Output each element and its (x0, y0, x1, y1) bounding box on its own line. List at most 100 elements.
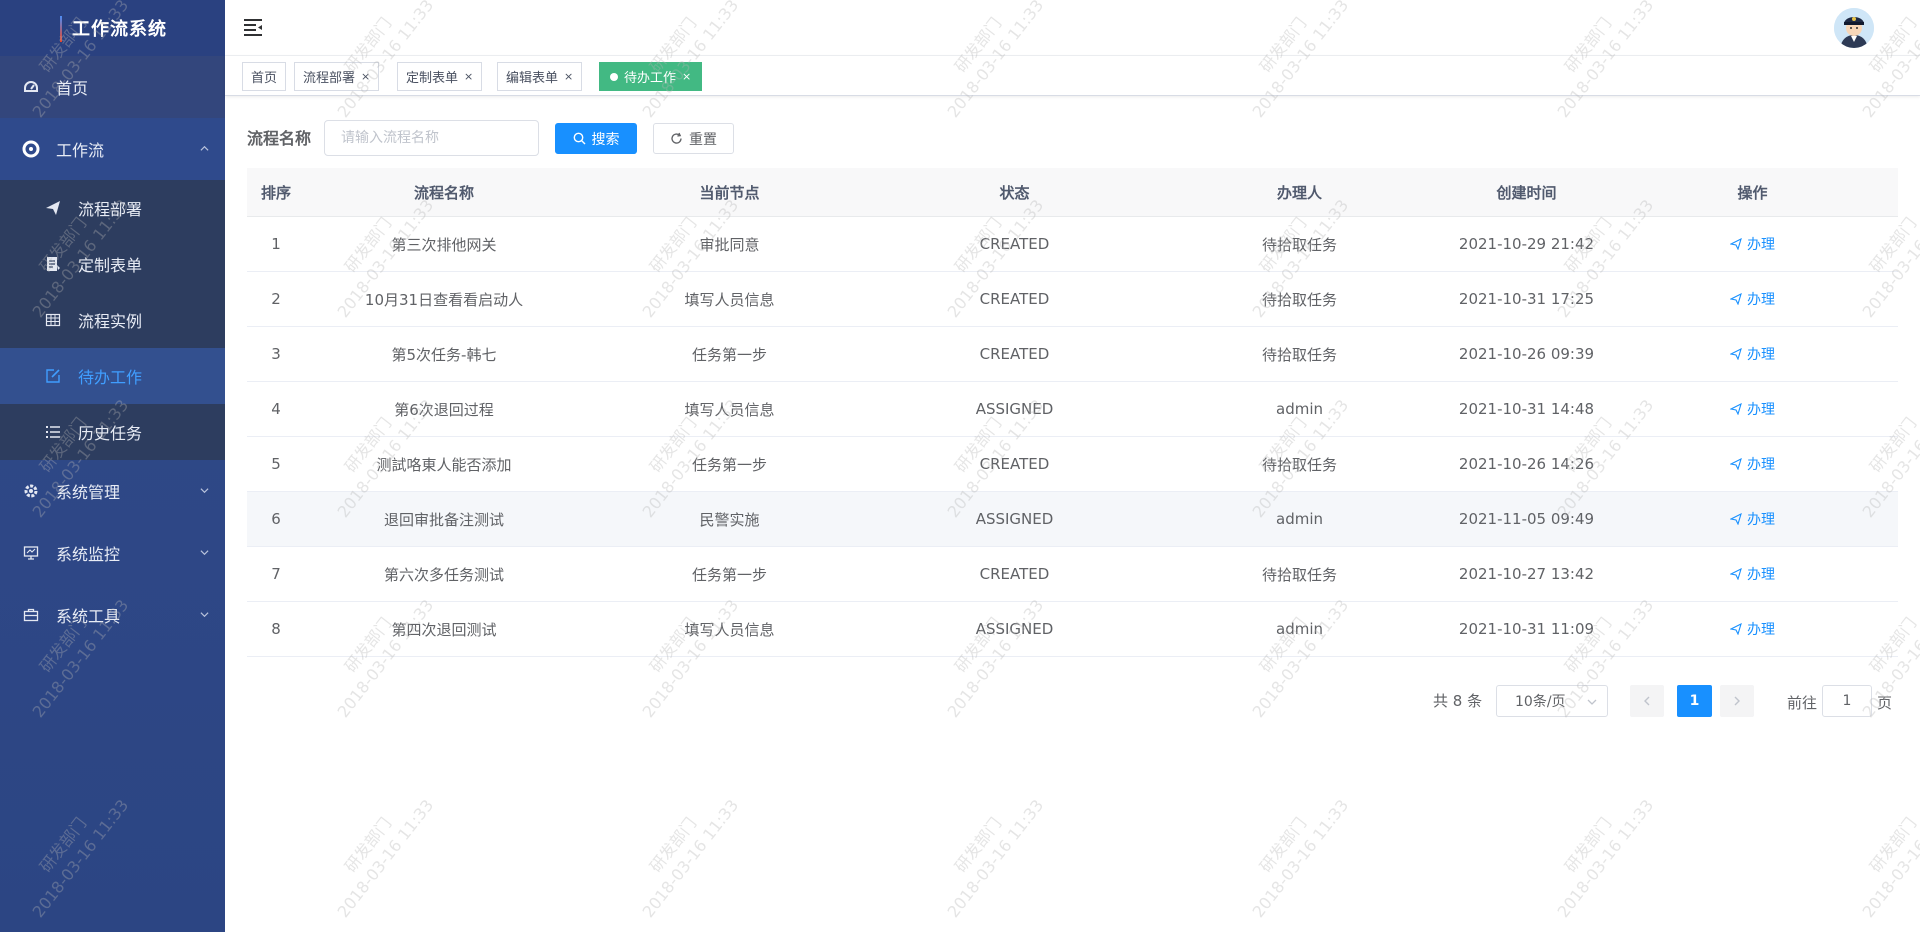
send-icon (1730, 513, 1742, 525)
hamburger-icon[interactable] (243, 17, 263, 37)
close-icon[interactable]: × (564, 70, 573, 83)
sidebar-item-system-tools[interactable]: 系统工具 (0, 584, 225, 646)
sidebar-item-label: 定制表单 (78, 256, 143, 275)
handle-link[interactable]: 办理 (1730, 564, 1775, 584)
sidebar-item-history[interactable]: 历史任务 (0, 404, 225, 460)
cell-action: 办理 (1607, 289, 1898, 309)
table-row: 2 10月31日查看看启动人 填写人员信息 CREATED 待拾取任务 2021-10-3… (247, 272, 1898, 327)
sidebar-item-system-manage[interactable]: 系统管理 (0, 460, 225, 522)
reset-button-label: 重置 (689, 131, 717, 148)
handle-link[interactable]: 办理 (1730, 399, 1775, 419)
watermark-dept: 研发部门 (1865, 813, 1920, 876)
sidebar-item-form[interactable]: 定制表单 (0, 236, 225, 292)
handle-label: 办理 (1747, 622, 1775, 638)
chevron-left-icon (1644, 696, 1650, 706)
page-size-value: 10条/页 (1515, 694, 1566, 710)
cell-index: 4 (271, 400, 281, 418)
handle-link[interactable]: 办理 (1730, 289, 1775, 309)
search-button[interactable]: 搜索 (555, 123, 637, 154)
tag-home[interactable]: 首页 (242, 62, 287, 91)
handle-label: 办理 (1747, 347, 1775, 363)
table-row: 8 第四次退回测试 填写人员信息 ASSIGNED admin 2021-10-31 11… (247, 602, 1898, 657)
table-header: 排序 流程名称 当前节点 状态 办理人 创建时间 操作 (247, 168, 1898, 217)
form-icon (44, 255, 62, 273)
watermark-dept: 研发部门 (1560, 813, 1616, 876)
sidebar-item-home[interactable]: 首页 (0, 56, 225, 118)
chevron-down-icon (1587, 699, 1597, 705)
tag-todo[interactable]: 待办工作 × (599, 62, 703, 91)
send-icon (1730, 238, 1742, 250)
send-icon (1730, 623, 1742, 635)
close-icon[interactable]: × (361, 70, 370, 83)
cell-index: 3 (271, 345, 281, 363)
send-icon (1730, 293, 1742, 305)
handle-link[interactable]: 办理 (1730, 344, 1775, 364)
tag-deploy[interactable]: 流程部署 × (294, 62, 380, 91)
close-icon[interactable]: × (682, 70, 691, 83)
handle-link[interactable]: 办理 (1730, 619, 1775, 639)
tag-edit-form[interactable]: 编辑表单 × (497, 62, 583, 91)
tag-label: 定制表单 (406, 71, 459, 86)
cell-index: 7 (271, 565, 281, 583)
cell-action: 办理 (1607, 234, 1898, 254)
goto-page-input[interactable] (1822, 685, 1872, 717)
cell-process-name: 第5次任务-韩七 (391, 345, 497, 364)
cell-created-time: 2021-10-29 21:42 (1458, 235, 1595, 253)
tag-label: 待办工作 (624, 71, 677, 86)
cell-current-node: 填写人员信息 (684, 400, 775, 419)
reset-button[interactable]: 重置 (653, 123, 734, 154)
watermark-text: 研发部门2018-03-16 11:33 (1840, 782, 1920, 923)
cell-current-node: 填写人员信息 (684, 290, 775, 309)
cell-assignee: admin (1276, 620, 1323, 638)
cell-process-name: 退回审批备注测试 (383, 510, 504, 529)
cell-created-time: 2021-10-31 14:48 (1458, 400, 1595, 418)
chevron-down-icon (200, 612, 209, 618)
prev-page-button[interactable] (1630, 685, 1664, 717)
sidebar-item-todo[interactable]: 待办工作 (0, 348, 225, 404)
col-name-header: 流程名称 (413, 183, 474, 202)
tags-view: 首页 流程部署 × 定制表单 × 编辑表单 × 待办工作 × (225, 56, 1920, 96)
cell-created-time: 2021-11-05 09:49 (1458, 510, 1595, 528)
handle-link[interactable]: 办理 (1730, 454, 1775, 474)
page-number-1[interactable]: 1 (1677, 685, 1712, 717)
cell-index: 1 (271, 235, 281, 253)
cell-process-name: 第四次退回测试 (391, 620, 497, 639)
cell-created-time: 2021-10-31 17:25 (1458, 290, 1595, 308)
process-name-input[interactable] (324, 120, 539, 156)
cell-index: 6 (271, 510, 281, 528)
send-icon (1730, 348, 1742, 360)
table-body: 1 第三次排他网关 审批同意 CREATED 待拾取任务 2021-10-29 21:42… (247, 217, 1898, 657)
sidebar-item-label: 工作流 (56, 141, 105, 160)
handle-link[interactable]: 办理 (1730, 234, 1775, 254)
sidebar-item-label: 系统监控 (56, 545, 121, 564)
cell-current-node: 审批同意 (699, 235, 760, 254)
sidebar-item-system-monitor[interactable]: 系统监控 (0, 522, 225, 584)
cell-assignee: 待拾取任务 (1261, 290, 1337, 309)
toolbox-icon (22, 606, 40, 624)
cell-created-time: 2021-10-27 13:42 (1458, 565, 1595, 583)
handle-label: 办理 (1747, 457, 1775, 473)
watermark-time: 2018-03-16 11:33 (333, 795, 438, 922)
cell-status: CREATED (979, 455, 1050, 473)
close-icon[interactable]: × (464, 70, 473, 83)
sidebar-item-deploy[interactable]: 流程部署 (0, 180, 225, 236)
watermark-text: 研发部门2018-03-16 11:33 (315, 782, 438, 923)
watermark-time: 2018-03-16 11:33 (1553, 795, 1658, 922)
page-size-select[interactable]: 10条/页 (1496, 685, 1608, 717)
chevron-down-icon (200, 550, 209, 556)
handle-link[interactable]: 办理 (1730, 509, 1775, 529)
table-row: 6 退回审批备注测试 民警实施 ASSIGNED admin 2021-11-05 09:… (247, 492, 1898, 547)
user-avatar[interactable] (1834, 8, 1874, 48)
todo-table: 排序 流程名称 当前节点 状态 办理人 创建时间 操作 1 第三次排他网关 审批同意… (247, 168, 1898, 657)
tag-form[interactable]: 定制表单 × (397, 62, 483, 91)
gear-icon (22, 482, 40, 500)
col-index-header: 排序 (260, 183, 291, 202)
sidebar-item-workflow[interactable]: 工作流 (0, 118, 225, 180)
watermark-text: 研发部门2018-03-16 11:33 (1230, 782, 1353, 923)
table-row: 5 测試咯東人能否添加 任务第一步 CREATED 待拾取任务 2021-10-26 14… (247, 437, 1898, 492)
table-row: 1 第三次排他网关 审批同意 CREATED 待拾取任务 2021-10-29 21:42… (247, 217, 1898, 272)
sidebar-item-instance[interactable]: 流程实例 (0, 292, 225, 348)
col-assignee-header: 办理人 (1276, 183, 1322, 202)
workflow-icon (22, 140, 40, 158)
next-page-button[interactable] (1720, 685, 1754, 717)
